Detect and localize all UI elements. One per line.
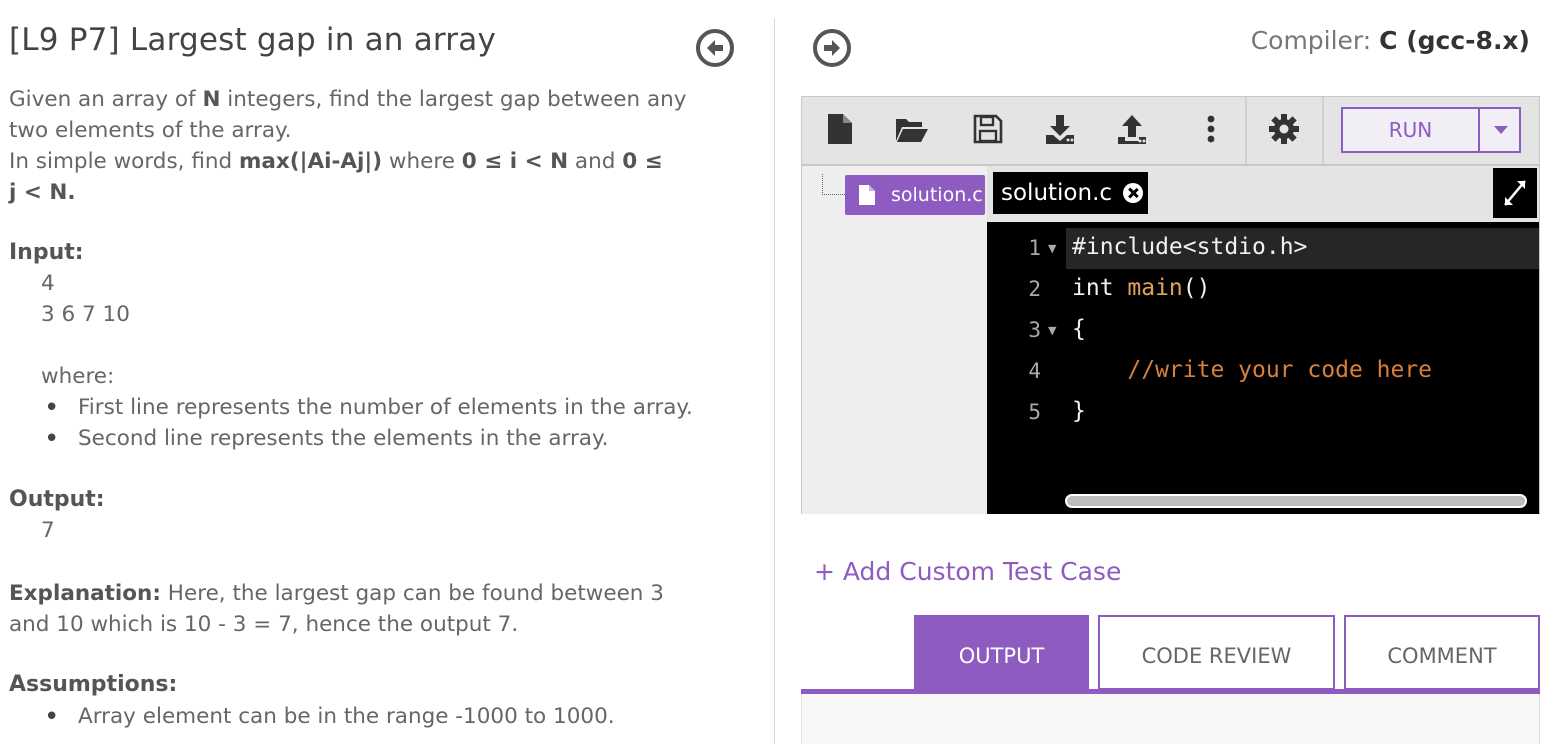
list-item: Second line represents the elements in t… [44,424,608,454]
code-line-3: { [1072,316,1086,342]
code-line-2: int main() [1072,275,1211,301]
input-line-1: 4 [41,271,55,296]
editor-tab-bar: solution.c [987,166,1539,222]
fullscreen-button[interactable] [1493,168,1537,218]
code-line-1: #include<stdio.h> [1072,234,1308,260]
problem-panel: [L9 P7] Largest gap in an array Given an… [0,0,775,744]
arrow-right-icon [824,40,840,56]
run-options-dropdown[interactable] [1478,109,1521,151]
expand-icon [1504,180,1526,206]
horizontal-scrollbar[interactable] [1065,494,1527,508]
more-vertical-icon[interactable] [1195,113,1227,145]
output-panel [801,694,1540,744]
line-number: 3 [1028,318,1041,342]
list-item: First line represents the number of elem… [44,393,693,423]
new-file-icon[interactable] [824,113,856,145]
problem-statement-line-4: j < N. [9,180,76,205]
toolbar-separator [1245,97,1247,164]
code-area[interactable]: 1 ▼ 2 3 ▼ 4 5 #include<stdio.h> int main… [987,222,1539,514]
problem-title: [L9 P7] Largest gap in an array [9,22,496,58]
file-tree-item-solution[interactable]: solution.c [845,175,985,215]
fold-arrow-icon[interactable]: ▼ [1048,242,1056,255]
compiler-label: Compiler: C (gcc-8.x) [1250,26,1530,55]
where-label: where: [41,364,115,389]
output-value: 7 [41,518,55,543]
line-number: 2 [1028,277,1041,301]
problem-statement-line-3: In simple words, find max(|Ai-Aj|) where… [9,149,663,174]
tree-connector [822,174,845,195]
panel-divider[interactable] [774,18,775,744]
code-line-4: //write your code here [1072,357,1433,383]
code-editor: RUN solution.c solution.c 1 ▼ 2 3 ▼ 4 5 … [801,96,1540,514]
input-line-2: 3 6 7 10 [41,302,130,327]
tab-output[interactable]: OUTPUT [914,615,1089,690]
arrow-left-icon [707,40,723,56]
output-heading: Output: [9,487,105,512]
line-number: 5 [1028,400,1041,424]
file-tree: solution.c [802,166,987,514]
tab-comment[interactable]: COMMENT [1344,615,1540,690]
problem-statement-line-1: Given an array of N integers, find the l… [9,87,687,112]
input-heading: Input: [9,240,84,265]
add-custom-test-case-link[interactable]: + Add Custom Test Case [814,557,1121,586]
upload-icon[interactable] [1116,113,1148,145]
code-line-5: } [1072,398,1086,424]
explanation-line-2: and 10 which is 10 - 3 = 7, hence the ou… [9,612,519,637]
open-folder-icon[interactable] [895,113,928,145]
editor-toolbar: RUN [802,97,1539,166]
download-icon[interactable] [1044,113,1076,145]
save-icon[interactable] [972,113,1004,145]
compiler-value: C (gcc-8.x) [1379,26,1530,55]
line-number: 4 [1028,359,1041,383]
file-icon [859,185,875,205]
collapse-left-button[interactable] [696,29,734,67]
problem-statement-line-2: two elements of the array. [9,118,292,143]
tab-code-review[interactable]: CODE REVIEW [1098,615,1335,690]
run-button-group: RUN [1341,107,1521,153]
expand-right-button[interactable] [813,29,851,67]
close-icon[interactable] [1123,183,1143,203]
toolbar-separator [1322,97,1324,164]
assumptions-heading: Assumptions: [9,672,178,697]
settings-gear-icon[interactable] [1268,113,1300,145]
tab-solution-c[interactable]: solution.c [993,172,1148,214]
fold-arrow-icon[interactable]: ▼ [1048,324,1056,337]
run-button[interactable]: RUN [1343,109,1478,151]
explanation-line-1: Explanation: Here, the largest gap can b… [9,581,664,606]
list-item: Array element can be in the range -1000 … [44,702,615,732]
line-number: 1 [1028,236,1041,260]
